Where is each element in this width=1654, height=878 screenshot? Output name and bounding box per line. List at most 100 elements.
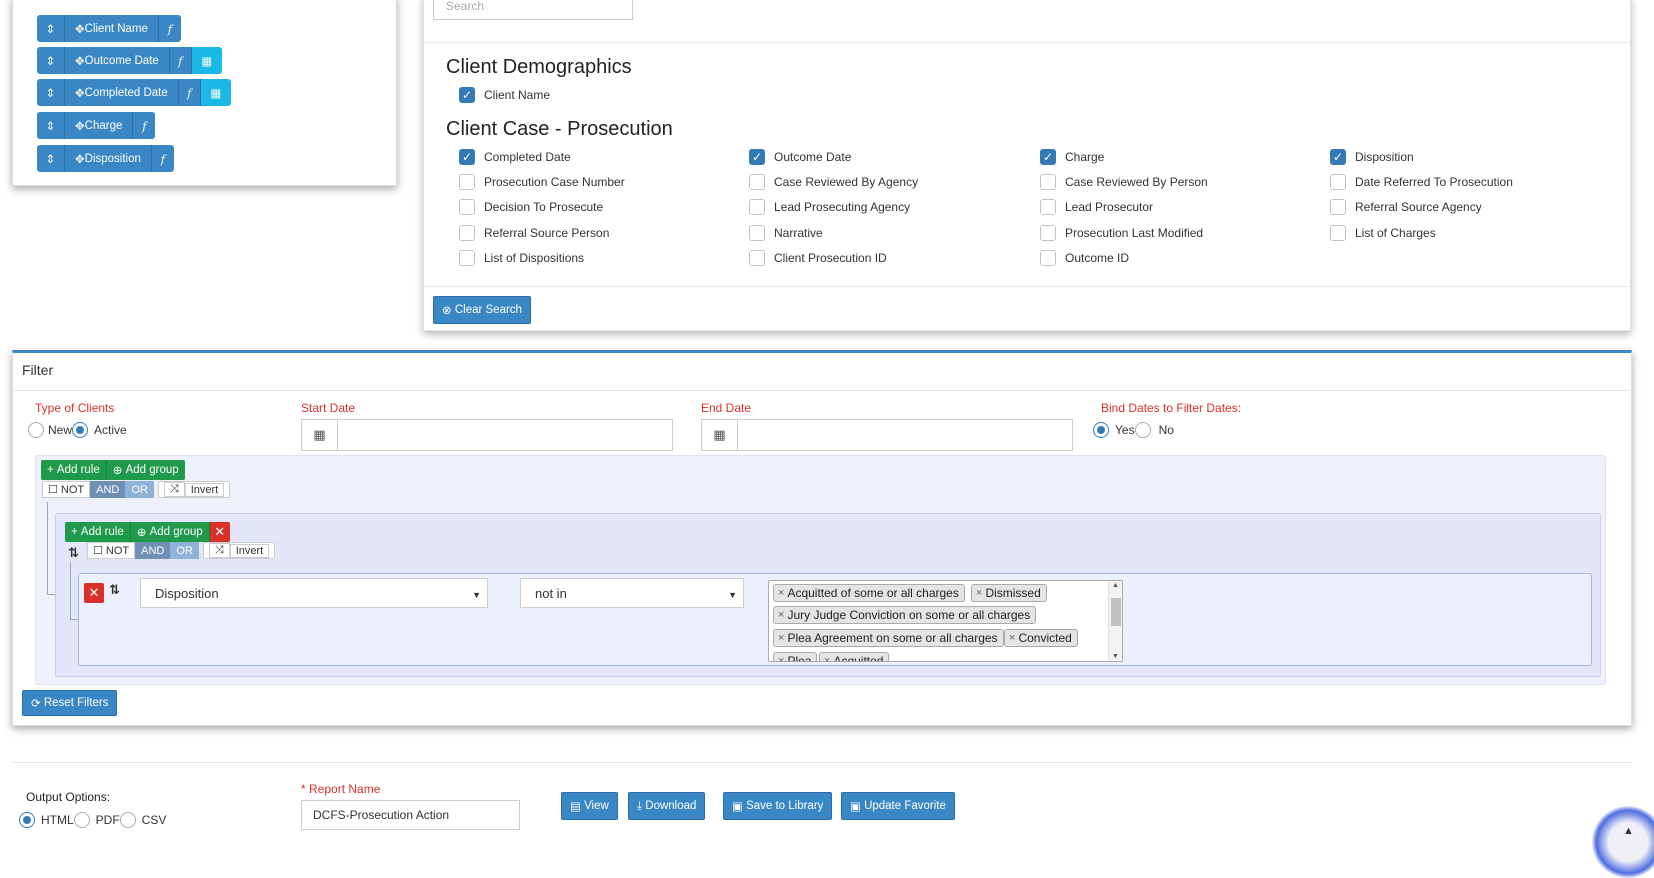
- report-name-input[interactable]: DCFS-Prosecution Action: [301, 800, 520, 830]
- close-icon[interactable]: ×: [1009, 632, 1015, 644]
- and-button[interactable]: AND: [135, 542, 171, 559]
- close-icon[interactable]: ×: [976, 587, 982, 599]
- close-icon[interactable]: ×: [778, 587, 784, 599]
- function-icon[interactable]: f: [178, 79, 201, 106]
- column-chip-disposition[interactable]: ⇕ ✥ Disposition f: [37, 145, 174, 172]
- field-checkbox-list-of-charges[interactable]: List of Charges: [1330, 225, 1436, 241]
- radio-html[interactable]: [19, 812, 35, 828]
- close-icon[interactable]: ×: [824, 655, 830, 661]
- field-checkbox-prosecution-case-number[interactable]: Prosecution Case Number: [459, 174, 625, 190]
- value-tag[interactable]: × Jury Judge Conviction on some or all ch…: [773, 606, 1037, 624]
- checkbox[interactable]: [1040, 174, 1056, 190]
- radio-active[interactable]: [72, 422, 89, 438]
- scroll-up-arrow-icon[interactable]: ▲: [1112, 582, 1119, 589]
- value-tag[interactable]: × Plea Agreement on some or all charges: [773, 629, 1004, 647]
- sort-icon[interactable]: ⇕: [37, 112, 65, 139]
- checkbox[interactable]: [459, 225, 475, 241]
- not-toggle[interactable]: ☐ NOT: [87, 542, 136, 559]
- column-chip-charge[interactable]: ⇕ ✥ Charge f: [37, 112, 156, 139]
- checkbox[interactable]: [749, 199, 765, 215]
- calendar-icon[interactable]: ▦: [191, 47, 222, 74]
- checkbox[interactable]: [1330, 174, 1346, 190]
- field-checkbox-completed-date[interactable]: Completed Date: [459, 149, 571, 165]
- radio-yes[interactable]: [1093, 422, 1109, 438]
- scrollbar[interactable]: ▲ ▼: [1108, 581, 1122, 661]
- end-date-input[interactable]: ▦: [701, 419, 1073, 451]
- close-icon[interactable]: ×: [778, 632, 784, 644]
- checkbox[interactable]: [1040, 250, 1056, 266]
- field-checkbox-disposition[interactable]: Disposition: [1330, 149, 1414, 165]
- add-group-button[interactable]: ⊕ Add group: [130, 522, 210, 542]
- field-checkbox-case-reviewed-by-person[interactable]: Case Reviewed By Person: [1040, 174, 1208, 190]
- close-icon[interactable]: ×: [778, 655, 784, 661]
- radio-pdf[interactable]: [73, 812, 90, 828]
- scrollbar-thumb[interactable]: [1111, 598, 1121, 626]
- checkbox[interactable]: [749, 250, 765, 266]
- checkbox[interactable]: [1040, 199, 1056, 215]
- sort-icon[interactable]: ⇕: [37, 79, 65, 106]
- not-toggle[interactable]: ☐ NOT: [42, 481, 91, 498]
- column-chip-client-name[interactable]: ⇕ ✥ Client Name f: [37, 15, 181, 42]
- checkbox[interactable]: [459, 87, 475, 103]
- download-button[interactable]: ⤓ Download: [628, 792, 706, 820]
- search-input[interactable]: Search: [433, 0, 633, 20]
- function-icon[interactable]: f: [158, 15, 181, 42]
- rule-operator-select[interactable]: not in ▼: [520, 578, 744, 608]
- rule-field-select[interactable]: Disposition ▼: [140, 578, 488, 608]
- field-checkbox-lead-prosecuting-agency[interactable]: Lead Prosecuting Agency: [749, 199, 910, 215]
- checkbox[interactable]: [459, 199, 475, 215]
- calendar-icon[interactable]: ▦: [200, 79, 231, 106]
- field-checkbox-outcome-id[interactable]: Outcome ID: [1040, 250, 1129, 266]
- checkbox[interactable]: [1040, 149, 1056, 165]
- checkbox[interactable]: [1040, 225, 1056, 241]
- or-button[interactable]: OR: [125, 481, 154, 498]
- field-checkbox-list-of-dispositions[interactable]: List of Dispositions: [459, 250, 584, 266]
- checkbox[interactable]: [459, 250, 475, 266]
- field-checkbox-outcome-date[interactable]: Outcome Date: [749, 149, 851, 165]
- delete-rule-button[interactable]: ✕: [84, 583, 104, 603]
- column-chip-completed-date[interactable]: ⇕ ✥ Completed Date f ▦: [37, 79, 231, 106]
- view-button[interactable]: ▤ View: [561, 792, 618, 820]
- clear-search-button[interactable]: ⊗ Clear Search: [433, 296, 531, 324]
- calendar-icon[interactable]: ▦: [302, 420, 338, 450]
- add-group-button[interactable]: ⊕ Add group: [106, 460, 185, 480]
- value-tag[interactable]: × Plea: [773, 652, 818, 661]
- radio-csv[interactable]: [119, 812, 136, 828]
- checkbox[interactable]: [459, 149, 475, 165]
- close-icon[interactable]: ×: [778, 609, 784, 621]
- function-icon[interactable]: f: [133, 112, 156, 139]
- sort-icon[interactable]: ⇕: [37, 145, 65, 172]
- field-checkbox-decision-to-prosecute[interactable]: Decision To Prosecute: [459, 199, 603, 215]
- field-checkbox-client-prosecution-id[interactable]: Client Prosecution ID: [749, 250, 887, 266]
- field-checkbox-client-name[interactable]: Client Name: [459, 87, 550, 103]
- field-checkbox-narrative[interactable]: Narrative: [749, 225, 823, 241]
- field-checkbox-case-reviewed-by-agency[interactable]: Case Reviewed By Agency: [749, 174, 918, 190]
- radio-no[interactable]: [1134, 422, 1151, 438]
- start-date-input[interactable]: ▦: [301, 419, 673, 451]
- sort-icon[interactable]: ⇕: [37, 47, 65, 74]
- save-to-library-button[interactable]: ▣ Save to Library: [723, 792, 833, 820]
- field-checkbox-date-referred-to-prosecution[interactable]: Date Referred To Prosecution: [1330, 174, 1513, 190]
- checkbox[interactable]: [1330, 149, 1346, 165]
- column-chip-outcome-date[interactable]: ⇕ ✥ Outcome Date f ▦: [37, 47, 222, 74]
- update-favorite-button[interactable]: ▣ Update Favorite: [841, 792, 955, 820]
- checkbox[interactable]: [749, 225, 765, 241]
- checkbox[interactable]: [749, 174, 765, 190]
- rule-value-multiselect[interactable]: × Acquitted of some or all charges × Dismi…: [768, 580, 1123, 662]
- sort-icon[interactable]: ⇅: [68, 545, 79, 561]
- value-tag[interactable]: × Acquitted: [819, 652, 890, 661]
- checkbox[interactable]: [1330, 225, 1346, 241]
- checkbox[interactable]: [459, 174, 475, 190]
- field-checkbox-charge[interactable]: Charge: [1040, 149, 1104, 165]
- add-rule-button[interactable]: + Add rule: [65, 522, 131, 542]
- value-tag[interactable]: × Acquitted of some or all charges: [773, 584, 965, 602]
- field-checkbox-lead-prosecutor[interactable]: Lead Prosecutor: [1040, 199, 1153, 215]
- calendar-icon[interactable]: ▦: [702, 420, 738, 450]
- reset-filters-button[interactable]: ⟳ Reset Filters: [22, 690, 118, 716]
- delete-group-button[interactable]: ✕: [209, 522, 230, 542]
- value-tag[interactable]: × Convicted: [1004, 629, 1078, 647]
- value-tag[interactable]: × Dismissed: [971, 584, 1047, 602]
- field-checkbox-referral-source-agency[interactable]: Referral Source Agency: [1330, 199, 1482, 215]
- invert-button[interactable]: ⤨ Invert: [202, 542, 276, 559]
- field-checkbox-referral-source-person[interactable]: Referral Source Person: [459, 225, 609, 241]
